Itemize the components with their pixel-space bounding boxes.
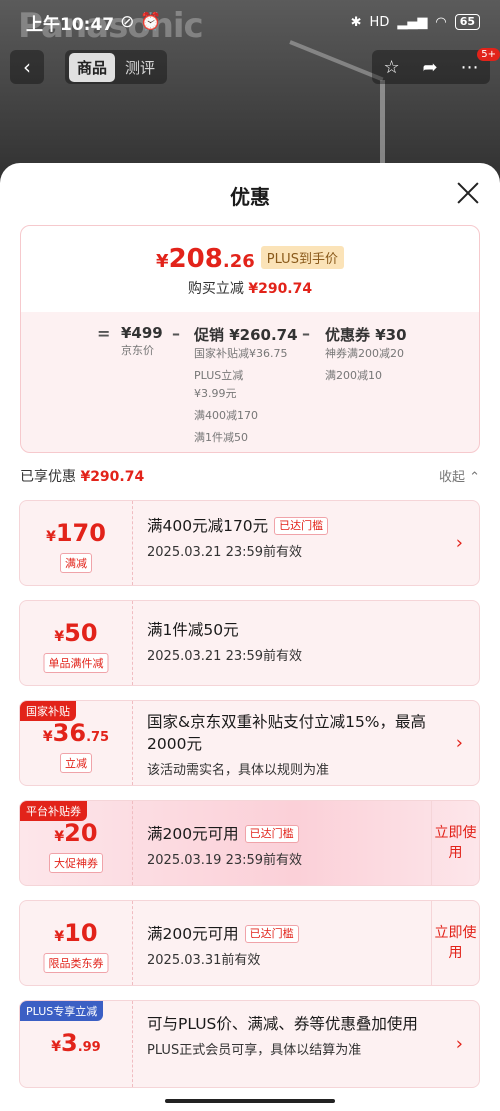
card-amount-area: ¥3.99 [20, 1001, 133, 1087]
discount-card[interactable]: 国家补贴 ¥36.75 立减 国家&京东双重补贴支付立减15%，最高2000元 … [19, 700, 480, 786]
coupon-col: 优惠券 ¥30 神券满200减20 满200减10 [325, 326, 407, 382]
discount-card[interactable]: ¥170 满减 满400元减170元 已达门槛 2025.03.21 23:59前… [19, 500, 480, 586]
final-price-row: ¥208.26 PLUS到手价 [21, 244, 479, 274]
back-button[interactable]: ‹ [10, 50, 44, 84]
discount-card[interactable]: ¥50 单品满件减 满1件减50元 2025.03.21 23:59前有效 [19, 600, 480, 686]
more-icon[interactable]: ⋯ [461, 57, 479, 78]
card-amount-area: ¥36.75 立减 [20, 701, 133, 785]
share-icon[interactable]: ➦ [423, 57, 438, 78]
purchase-reduction: 购买立减 ¥290.74 [187, 281, 313, 297]
favorite-star-icon[interactable]: ☆ [383, 57, 399, 78]
plus-price-tag: PLUS到手价 [260, 246, 344, 269]
close-icon[interactable] [456, 181, 480, 205]
card-amount-area: ¥170 满减 [20, 501, 133, 585]
collapse-button[interactable]: 收起 ⌃ [439, 466, 480, 485]
card-amount-area: ¥20 大促神券 [20, 801, 133, 885]
status-bar: 上午10:47 ⊘ ⏰ ✱ HD ▂▄▆ ◠ 65 [0, 0, 500, 44]
chevron-right-icon: › [455, 1033, 463, 1055]
bluetooth-icon: ✱ [350, 14, 362, 30]
chevron-left-icon: ‹ [23, 55, 31, 79]
jd-price-col: ¥499 京东价 [121, 324, 163, 357]
card-amount-area: ¥50 单品满件减 [20, 601, 133, 685]
minus-sign-2: – [302, 324, 310, 343]
tab-review[interactable]: 测评 [117, 53, 163, 82]
discount-sheet: 优惠 ¥208.26 PLUS到手价 购买立减 ¥290.74 = ¥499 京… [0, 163, 500, 1111]
mute-icon: ⊘ [120, 12, 135, 32]
signal-icon: ▂▄▆ [397, 14, 428, 30]
chevron-right-icon: › [455, 532, 463, 554]
use-now-button[interactable]: 立即使用 [431, 801, 479, 885]
tab-product[interactable]: 商品 [69, 52, 116, 82]
chevron-up-icon: ⌃ [469, 470, 480, 485]
equals-sign: = [97, 324, 111, 343]
price-summary-box: ¥208.26 PLUS到手价 购买立减 ¥290.74 = ¥499 京东价 … [20, 225, 480, 453]
promo-col: 促销 ¥260.74 国家补贴减¥36.75 PLUS立减 ¥3.99元 满40… [194, 326, 298, 444]
coupon-card[interactable]: ¥10 限品类东券 满200元可用 已达门槛 2025.03.31前有效 立即使用 [19, 900, 480, 986]
battery-indicator: 65 [454, 14, 480, 30]
alarm-icon: ⏰ [140, 12, 162, 32]
enjoyed-discount: 已享优惠 ¥290.74 [20, 469, 145, 485]
notification-badge: 5+ [477, 48, 500, 61]
discount-card[interactable]: PLUS专享立减 ¥3.99 可与PLUS价、满减、券等优惠叠加使用 PLUS正… [19, 1000, 480, 1088]
minus-sign: – [172, 324, 180, 343]
top-navigation: ‹ 商品 测评 ☆ ➦ ⋯ 5+ [10, 48, 500, 84]
home-indicator [165, 1099, 335, 1103]
card-amount-area: ¥10 限品类东券 [20, 901, 133, 985]
use-now-button[interactable]: 立即使用 [431, 901, 479, 985]
tab-bar: 商品 测评 [65, 50, 168, 84]
sheet-title: 优惠 [230, 185, 270, 209]
network-label: HD [369, 14, 390, 30]
top-actions: ☆ ➦ ⋯ 5+ [372, 48, 500, 84]
coupon-card[interactable]: 平台补贴券 ¥20 大促神券 满200元可用 已达门槛 2025.03.19 23… [19, 800, 480, 886]
final-price: ¥208.26 [156, 244, 255, 274]
status-time: 上午10:47 [26, 14, 115, 35]
wifi-icon: ◠ [435, 14, 447, 30]
chevron-right-icon: › [455, 732, 463, 754]
